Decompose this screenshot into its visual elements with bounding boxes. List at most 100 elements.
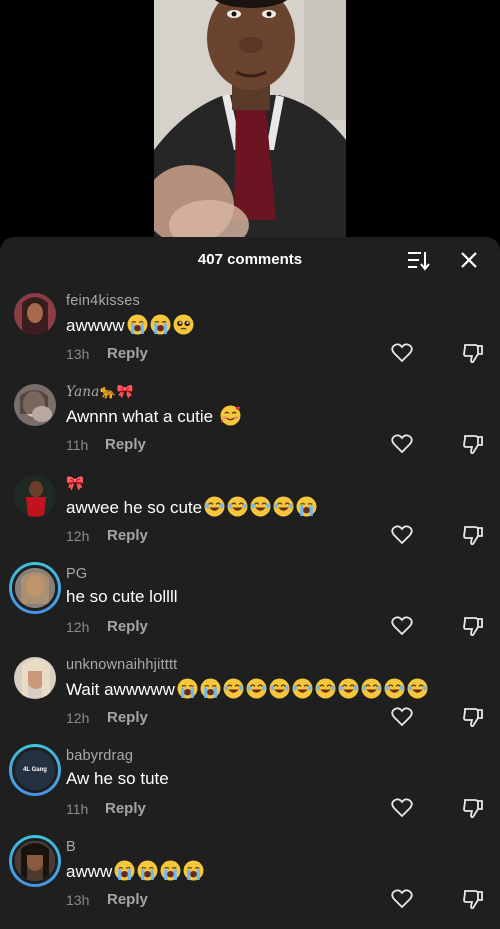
loudly-crying-emoji-icon — [200, 678, 221, 699]
like-button[interactable] — [389, 341, 415, 365]
comment-time: 11h — [66, 437, 89, 453]
comment-text-content: Aw he so tute — [66, 769, 169, 788]
thumbs-down-icon — [463, 344, 483, 364]
reply-button[interactable]: Reply — [107, 618, 148, 635]
comment-username[interactable]: fein4kisses — [66, 293, 140, 309]
comment-item: B awww 13h Reply — [0, 835, 500, 929]
avatar[interactable] — [14, 384, 56, 426]
avatar-image — [12, 565, 58, 611]
comment-username[interactable]: Yana🐆🎀 — [66, 384, 134, 400]
laughing-emoji-icon — [292, 678, 313, 699]
username-decor: 🐆🎀 — [99, 384, 134, 400]
comment-time: 11h — [66, 801, 89, 817]
laughing-emoji-icon — [223, 678, 244, 699]
comment-username[interactable]: PG — [66, 566, 87, 582]
laughing-emoji-icon — [315, 678, 336, 699]
close-icon — [461, 252, 477, 268]
comment-item: Yana🐆🎀 Awnnn what a cutie 11h Reply — [0, 384, 500, 474]
like-button[interactable] — [389, 887, 415, 911]
laughing-emoji-icon — [384, 678, 405, 699]
comment-time: 13h — [66, 892, 90, 908]
comment-text: he so cute lollll — [66, 587, 178, 607]
like-button[interactable] — [389, 705, 415, 729]
comment-item: 🎀 awwee he so cute 12h Reply — [0, 475, 500, 565]
avatar[interactable] — [14, 293, 56, 335]
thumbs-down-icon — [463, 435, 483, 455]
reply-button[interactable]: Reply — [105, 800, 146, 817]
dislike-button[interactable] — [460, 796, 486, 820]
close-button[interactable] — [455, 246, 483, 274]
thumbs-down-icon — [463, 617, 483, 637]
laughing-emoji-icon — [361, 678, 382, 699]
thumbs-down-icon — [463, 890, 483, 910]
reply-button[interactable]: Reply — [107, 709, 148, 726]
laughing-emoji-icon — [246, 678, 267, 699]
dislike-button[interactable] — [460, 705, 486, 729]
thumbs-down-icon — [463, 708, 483, 728]
heart-icon — [391, 798, 413, 818]
like-button[interactable] — [389, 432, 415, 456]
like-button[interactable] — [389, 523, 415, 547]
avatar[interactable]: 4L Gang — [9, 744, 61, 796]
comment-text: Awnnn what a cutie — [66, 405, 241, 427]
comment-text: Wait awwwww — [66, 678, 428, 700]
loudly-crying-emoji-icon — [137, 860, 158, 881]
comment-text-content: awwww — [66, 316, 125, 335]
comments-header: 407 comments — [0, 237, 500, 283]
comment-item: unknownaihhjitttt Wait awwwww 12h Reply — [0, 657, 500, 747]
smiling-hearts-emoji-icon — [220, 405, 241, 426]
video-person-image — [154, 0, 346, 240]
like-button[interactable] — [389, 614, 415, 638]
like-button[interactable] — [389, 796, 415, 820]
comment-text: awww — [66, 860, 204, 882]
avatar[interactable] — [9, 835, 61, 887]
heart-icon — [391, 889, 413, 909]
reply-button[interactable]: Reply — [107, 891, 148, 908]
laughing-emoji-icon — [273, 496, 294, 517]
comment-text-content: Wait awwwww — [66, 680, 175, 699]
avatar-image — [12, 838, 58, 884]
video-frame — [154, 0, 346, 240]
loudly-crying-emoji-icon — [114, 860, 135, 881]
reply-button[interactable]: Reply — [107, 345, 148, 362]
comment-username[interactable]: B — [66, 839, 76, 855]
dislike-button[interactable] — [460, 614, 486, 638]
laughing-emoji-icon — [338, 678, 359, 699]
comment-item: 4L Gang babyrdrag Aw he so tute 11h Repl… — [0, 744, 500, 838]
heart-icon — [391, 434, 413, 454]
loudly-crying-emoji-icon — [296, 496, 317, 517]
comment-text-content: awwee he so cute — [66, 498, 203, 517]
avatar[interactable] — [14, 657, 56, 699]
comment-time: 12h — [66, 528, 90, 544]
dislike-button[interactable] — [460, 523, 486, 547]
pleading-emoji-icon — [173, 314, 194, 335]
comment-text-content: Awnnn what a cutie — [66, 407, 218, 426]
dislike-button[interactable] — [460, 887, 486, 911]
dislike-button[interactable] — [460, 341, 486, 365]
comment-username[interactable]: babyrdrag — [66, 748, 133, 764]
heart-icon — [391, 343, 413, 363]
avatar[interactable] — [9, 562, 61, 614]
comment-username[interactable]: 🎀 — [66, 475, 84, 492]
laughing-emoji-icon — [250, 496, 271, 517]
sort-button[interactable] — [404, 246, 432, 274]
laughing-emoji-icon — [204, 496, 225, 517]
dislike-button[interactable] — [460, 432, 486, 456]
comment-username[interactable]: unknownaihhjitttt — [66, 657, 177, 673]
comment-item: fein4kisses awwww 13h Reply — [0, 293, 500, 383]
loudly-crying-emoji-icon — [150, 314, 171, 335]
comment-time: 13h — [66, 346, 90, 362]
avatar[interactable] — [14, 475, 56, 517]
video-player[interactable] — [0, 0, 500, 240]
sort-icon — [408, 252, 430, 271]
loudly-crying-emoji-icon — [183, 860, 204, 881]
loudly-crying-emoji-icon — [177, 678, 198, 699]
comment-text: awwee he so cute — [66, 496, 317, 518]
comment-time: 12h — [66, 710, 90, 726]
reply-button[interactable]: Reply — [105, 436, 146, 453]
comment-text-content: awww — [66, 862, 113, 881]
thumbs-down-icon — [463, 526, 483, 546]
reply-button[interactable]: Reply — [107, 527, 148, 544]
username-text: Yana — [66, 384, 100, 400]
comment-time: 12h — [66, 619, 90, 635]
